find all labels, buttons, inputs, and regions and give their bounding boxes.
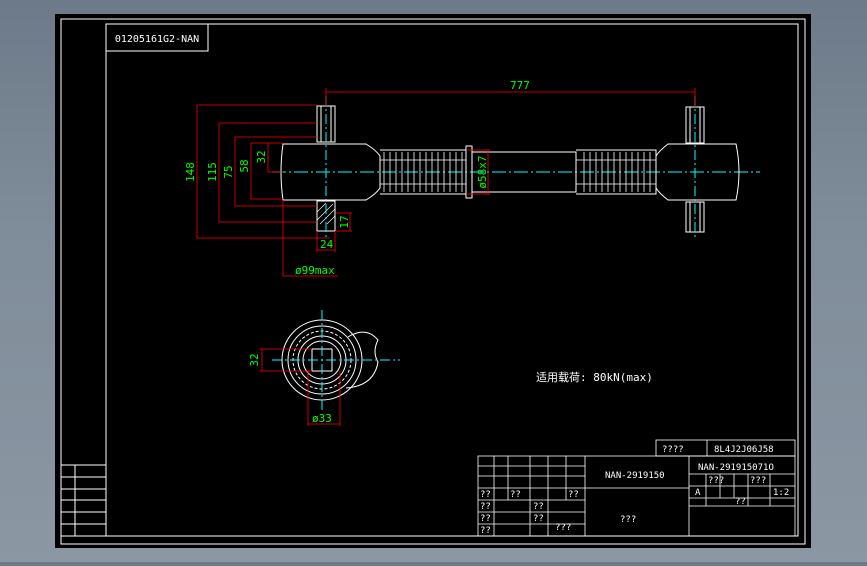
drawing-canvas: 01205161G2-NAN 777 148 115 75 58 32 17 2… bbox=[55, 14, 811, 548]
corner-code: 01205161G2-NAN bbox=[115, 34, 199, 45]
tb-q7: ??? bbox=[555, 523, 571, 533]
tb-letter-a: A bbox=[695, 488, 701, 498]
dim-148: 148 bbox=[184, 162, 197, 182]
dim-58: 58 bbox=[238, 159, 251, 172]
dim-32-side: 32 bbox=[248, 353, 261, 366]
tb-marks: ???? bbox=[662, 445, 684, 455]
tb-doc-code: 8L4J2J06J58 bbox=[714, 445, 774, 455]
dim-length: 777 bbox=[510, 79, 530, 92]
tb-q6: ?? bbox=[533, 514, 544, 524]
tb-drawing-no: NAN-291915071O bbox=[698, 463, 774, 473]
dim-75: 75 bbox=[222, 165, 235, 178]
tb-q10: ??? bbox=[708, 476, 724, 486]
dim-33: ø33 bbox=[312, 412, 332, 425]
load-note: 适用载荷: 80kN(max) bbox=[536, 371, 653, 384]
dim-115: 115 bbox=[206, 162, 219, 182]
dim-17: 17 bbox=[338, 215, 351, 228]
tb-scale: 1:2 bbox=[773, 488, 789, 498]
tb-q5: ?? bbox=[533, 502, 544, 512]
dim-58x7: ø58x7 bbox=[476, 155, 489, 188]
tb-center-label: ??? bbox=[620, 515, 636, 525]
tb-q11: ??? bbox=[750, 476, 766, 486]
tb-q8: ?? bbox=[510, 490, 521, 500]
tb-q12: ?? bbox=[735, 497, 746, 507]
dim-99max: ø99max bbox=[295, 264, 335, 277]
tb-q9: ?? bbox=[568, 490, 579, 500]
tb-q4: ?? bbox=[480, 526, 491, 536]
tb-part-name: NAN-2919150 bbox=[605, 471, 665, 481]
tb-q1: ?? bbox=[480, 490, 491, 500]
tb-q3: ?? bbox=[480, 514, 491, 524]
dim-24: 24 bbox=[320, 238, 334, 251]
cad-viewport[interactable]: 01205161G2-NAN 777 148 115 75 58 32 17 2… bbox=[0, 0, 867, 562]
dim-32-top: 32 bbox=[255, 150, 268, 163]
tb-q2: ?? bbox=[480, 502, 491, 512]
